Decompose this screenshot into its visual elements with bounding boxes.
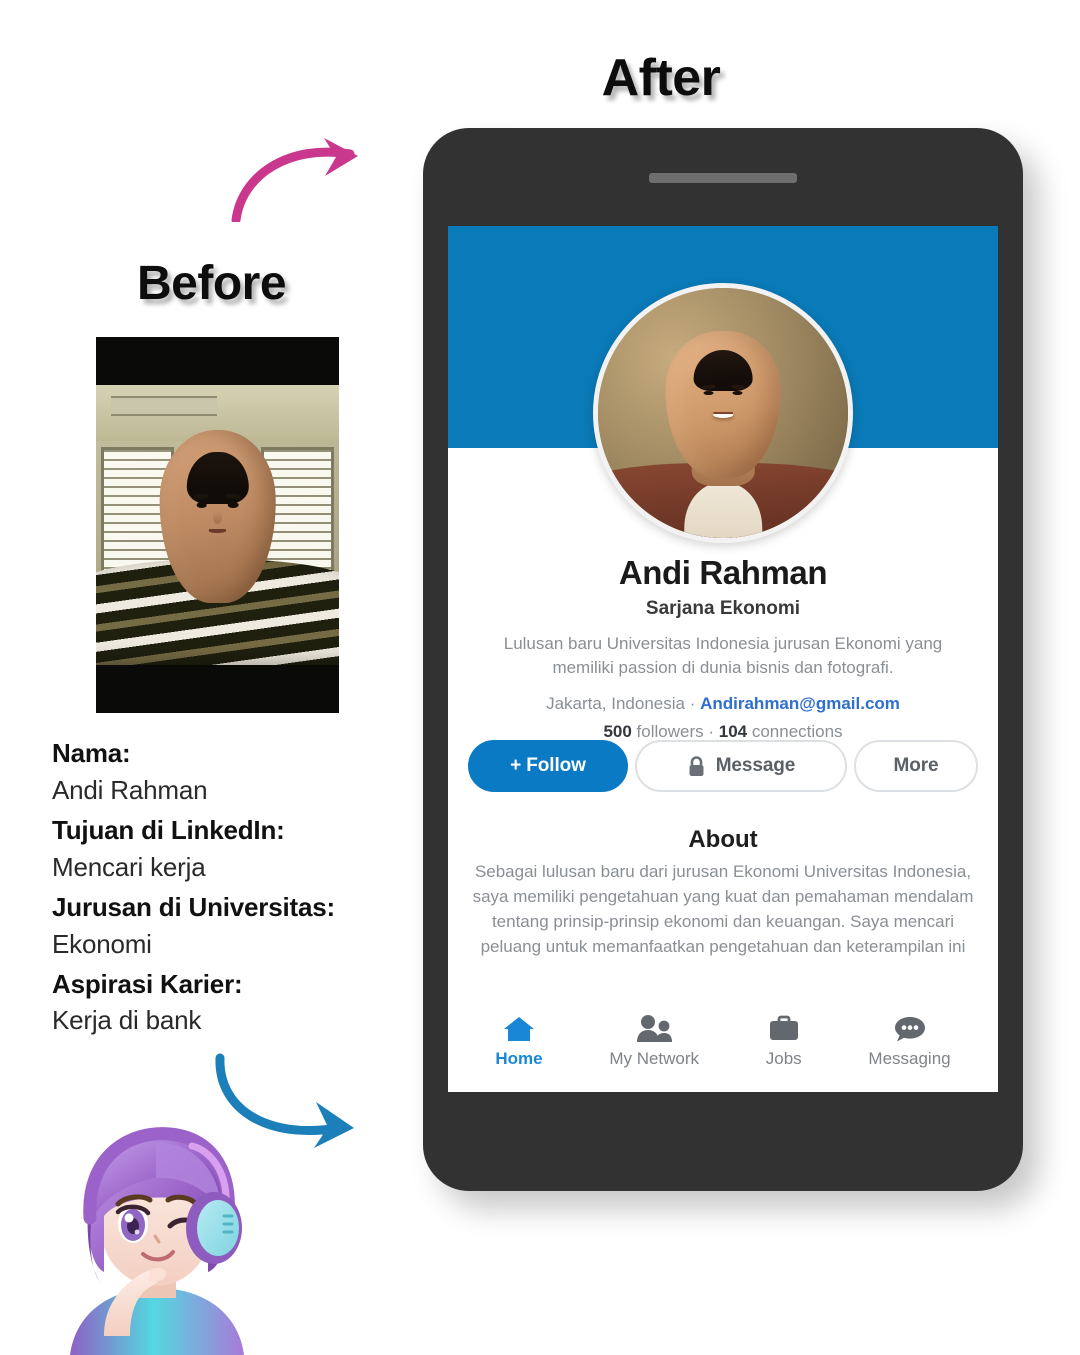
lock-icon (689, 755, 704, 776)
about-section: About Sebagai lulusan baru dari jurusan … (448, 826, 998, 960)
profile-email-link[interactable]: Andirahman@gmail.com (700, 694, 900, 713)
before-photo-scene (96, 385, 339, 665)
face (159, 429, 276, 604)
profile-info: Andi Rahman Sarjana Ekonomi Lulusan baru… (448, 554, 998, 742)
nav-label-messaging: Messaging (868, 1048, 951, 1068)
air-conditioner (110, 396, 218, 416)
before-info-list: Nama: Andi Rahman Tujuan di LinkedIn: Me… (52, 735, 432, 1042)
bottom-navigation: Home My Network Jobs Messaging (448, 996, 998, 1092)
info-label-aspirasi: Aspirasi Karier: (52, 968, 243, 999)
eye-left (703, 390, 714, 396)
about-body: Sebagai lulusan baru dari jurusan Ekonom… (472, 862, 974, 956)
nose (212, 511, 223, 524)
contact-separator: · (684, 694, 701, 714)
nav-item-jobs[interactable]: Jobs (766, 1014, 802, 1069)
phone-screen: Andi Rahman Sarjana Ekonomi Lulusan baru… (448, 226, 998, 1092)
profile-contact: Jakarta, Indonesia · Andirahman@gmail.co… (466, 694, 980, 714)
pink-curved-arrow (231, 138, 358, 222)
nav-label-home: Home (495, 1048, 543, 1068)
connections-count: 104 (718, 722, 748, 742)
profile-avatar[interactable] (593, 283, 853, 543)
mouth (208, 528, 227, 533)
eye-left (196, 501, 207, 508)
nav-label-jobs: Jobs (765, 1048, 802, 1068)
eye-right (732, 390, 743, 396)
hair (693, 349, 753, 391)
after-title: After (601, 49, 721, 107)
stats-separator: · (703, 722, 719, 742)
profile-headline: Sarjana Ekonomi (645, 598, 801, 619)
nav-item-messaging[interactable]: Messaging (868, 1014, 951, 1069)
hoodie (70, 1288, 244, 1355)
before-title: Before (137, 257, 287, 310)
anime-girl-mascot (70, 1127, 244, 1355)
message-button[interactable]: Message (635, 740, 847, 792)
phone-speaker (649, 173, 797, 183)
followers-count: 500 (603, 722, 632, 742)
nav-item-home[interactable]: Home (495, 1014, 543, 1069)
info-value-nama: Andi Rahman (52, 774, 208, 805)
home-icon (503, 1016, 534, 1041)
smile (712, 411, 734, 419)
followers-label: followers (631, 722, 704, 742)
info-label-tujuan: Tujuan di LinkedIn: (52, 814, 285, 845)
profile-location: Jakarta, Indonesia (546, 694, 685, 714)
info-label-jurusan: Jurusan di Universitas: (52, 891, 335, 922)
chat-icon (894, 1016, 925, 1041)
follow-label: + Follow (510, 755, 586, 776)
before-photo (96, 337, 339, 713)
profile-name: Andi Rahman (618, 554, 828, 591)
about-title: About (688, 826, 758, 853)
info-value-jurusan: Ekonomi (52, 928, 152, 959)
message-label: Message (715, 755, 796, 776)
follow-button[interactable]: + Follow (468, 740, 628, 792)
connections-label: connections (747, 722, 843, 742)
profile-action-buttons: + Follow Message More (448, 740, 998, 792)
nav-item-my-network[interactable]: My Network (609, 1014, 699, 1069)
info-value-aspirasi: Kerja di bank (52, 1005, 202, 1036)
info-value-tujuan: Mencari kerja (52, 851, 206, 882)
briefcase-icon (769, 1015, 798, 1040)
more-label: More (893, 755, 939, 776)
eye-right (228, 501, 239, 508)
profile-bio: Lulusan baru Universitas Indonesia jurus… (503, 634, 943, 678)
info-label-nama: Nama: (52, 738, 131, 768)
phone-mockup: Andi Rahman Sarjana Ekonomi Lulusan baru… (423, 128, 1023, 1191)
more-button[interactable]: More (854, 740, 978, 792)
nav-label-my-network: My Network (609, 1048, 700, 1068)
face (665, 330, 781, 478)
people-icon (637, 1014, 673, 1042)
